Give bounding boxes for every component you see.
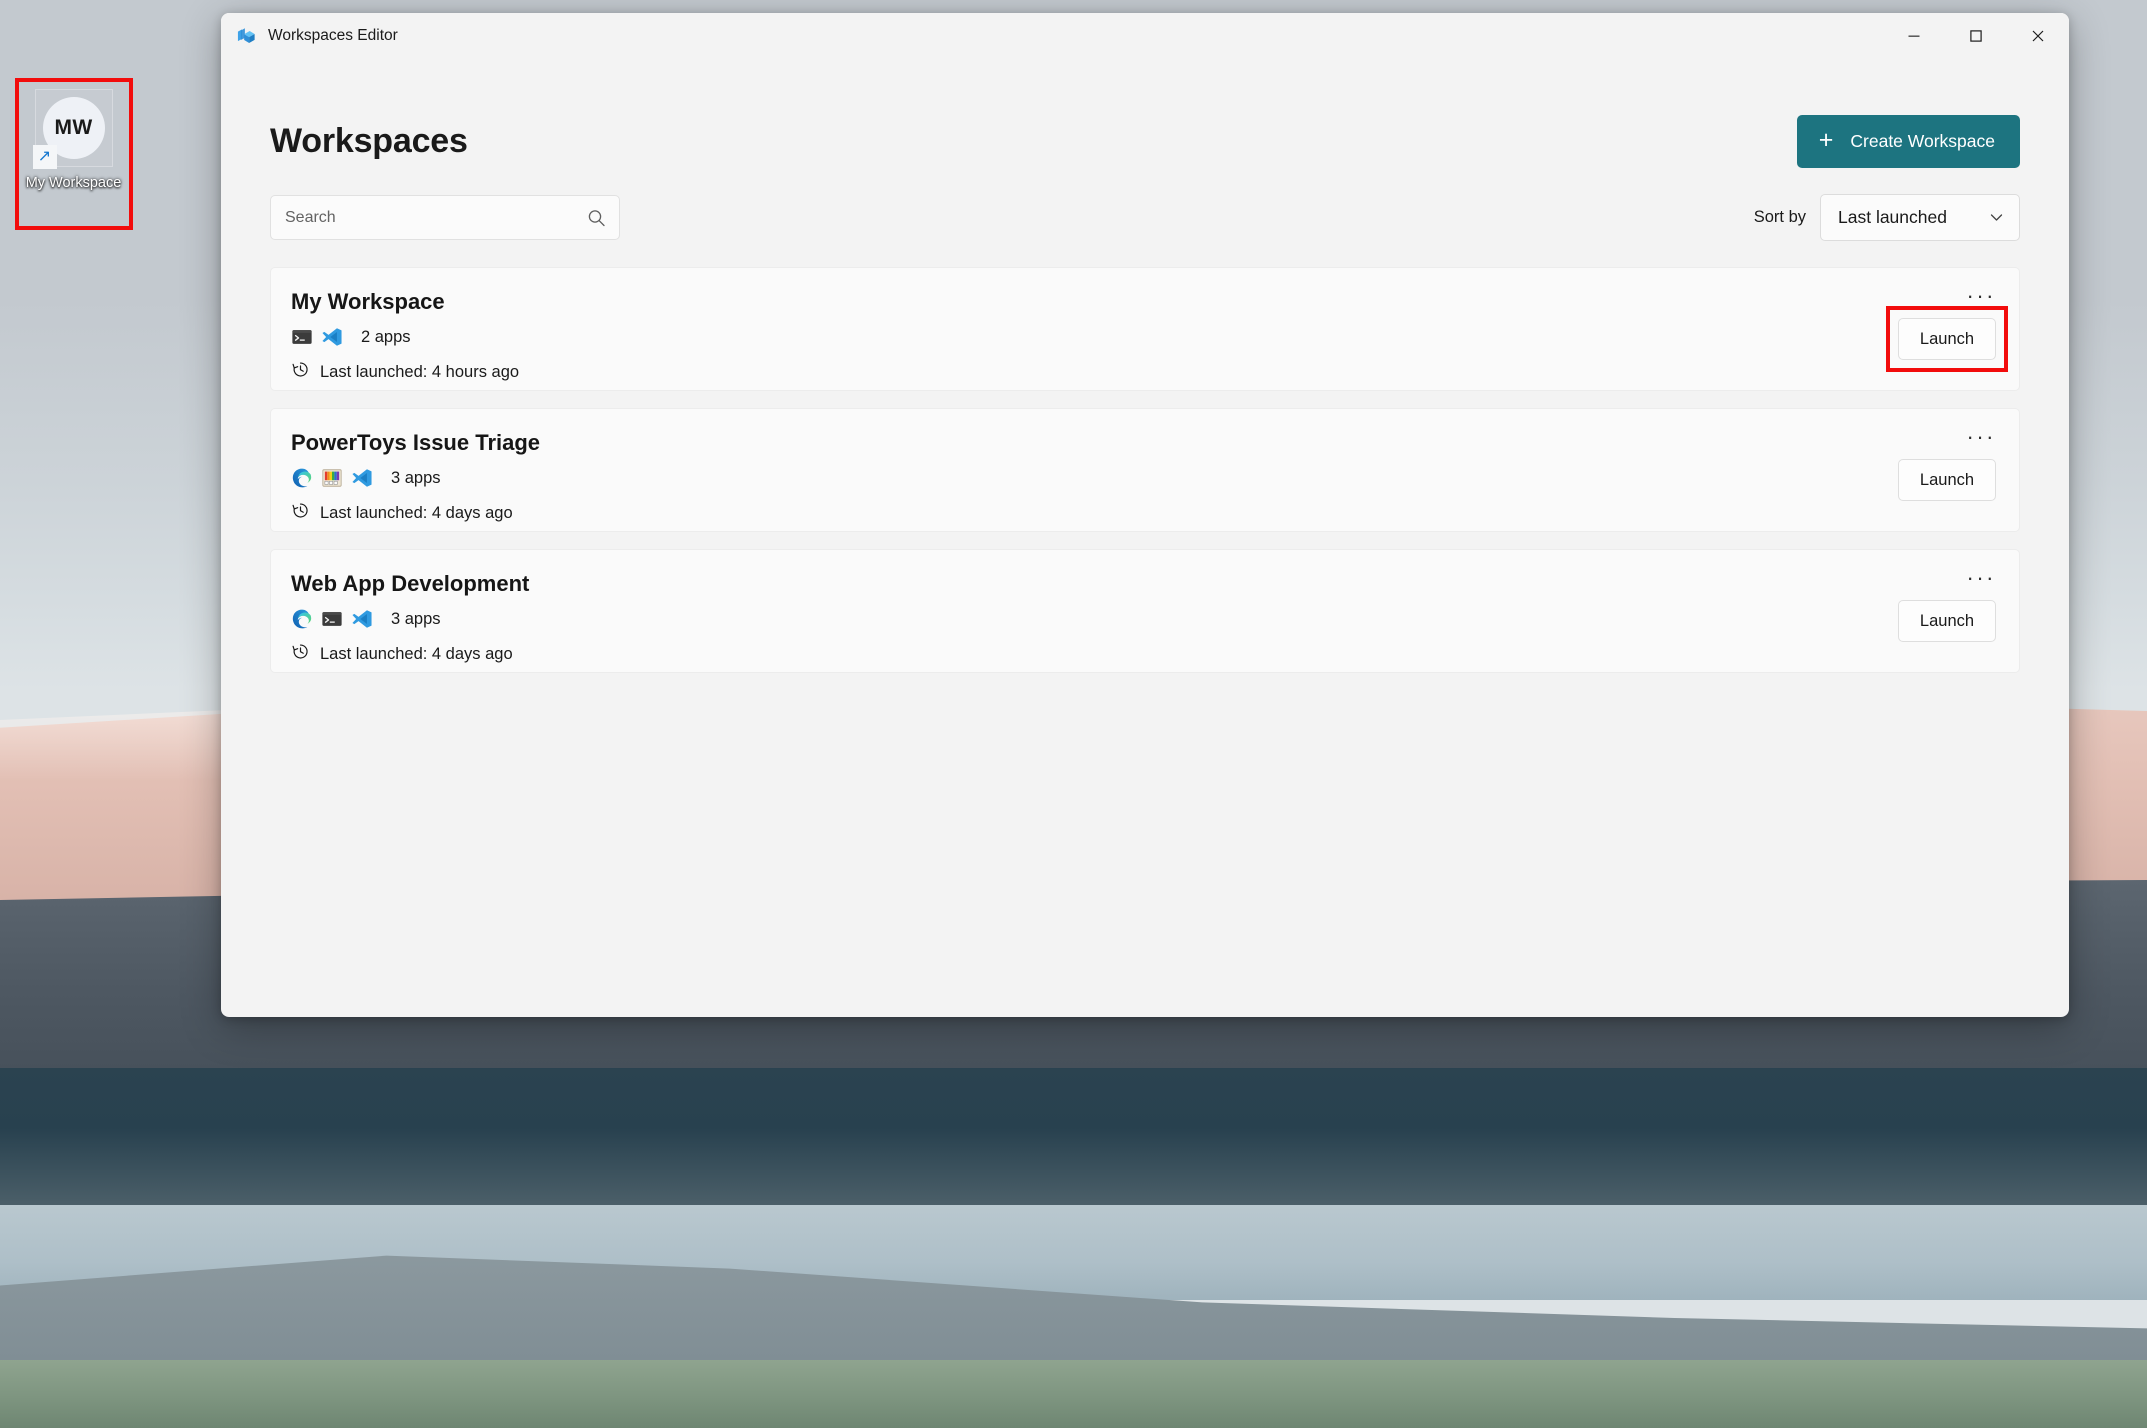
terminal-icon (291, 326, 313, 348)
workspace-menu-button[interactable]: ··· (1967, 426, 1996, 448)
clock-history-icon (291, 360, 310, 384)
vscode-icon (321, 326, 343, 348)
launch-button[interactable]: Launch (1898, 318, 1996, 360)
workspace-card[interactable]: PowerToys Issue Triage 3 apps Last launc… (270, 408, 2020, 532)
desktop-shortcut-my-workspace[interactable]: MW ↗ My Workspace (16, 83, 131, 223)
shortcut-label: My Workspace (25, 175, 122, 191)
sort-by-label: Sort by (1753, 208, 1806, 226)
workspace-menu-button[interactable]: ··· (1967, 567, 1996, 589)
workspace-last-launched-row: Last launched: 4 hours ago (291, 360, 1993, 384)
workspaces-editor-window: Workspaces Editor Workspaces + Create Wo… (221, 13, 2069, 1017)
chevron-down-icon (1988, 209, 2005, 226)
workspace-last-launched: Last launched: 4 days ago (320, 503, 513, 522)
plus-icon: + (1818, 126, 1834, 154)
terminal-icon (321, 608, 343, 630)
sort-by-dropdown[interactable]: Last launched (1820, 194, 2020, 241)
color-picker-icon (321, 467, 343, 489)
search-input[interactable] (271, 196, 619, 239)
workspace-apps-count: 3 apps (391, 609, 441, 628)
workspace-card[interactable]: My Workspace 2 apps Last launched: 4 hou… (270, 267, 2020, 391)
close-button[interactable] (2007, 13, 2069, 59)
workspace-last-launched: Last launched: 4 days ago (320, 644, 513, 663)
workspace-last-launched-row: Last launched: 4 days ago (291, 642, 1993, 666)
workspace-name: PowerToys Issue Triage (291, 430, 541, 455)
header-row: Workspaces + Create Workspace (270, 59, 2020, 168)
window-title: Workspaces Editor (268, 27, 398, 44)
clock-history-icon (291, 642, 310, 666)
workspace-apps-row: 3 apps (291, 608, 1993, 630)
workspace-apps-count: 2 apps (361, 327, 411, 346)
vscode-icon (351, 467, 373, 489)
launch-button[interactable]: Launch (1898, 600, 1996, 642)
workspace-last-launched-row: Last launched: 4 days ago (291, 501, 1993, 525)
wallpaper-grass (0, 1360, 2147, 1428)
window-titlebar: Workspaces Editor (221, 13, 2069, 59)
shortcut-tile[interactable]: MW ↗ (32, 89, 113, 169)
sort-by-value: Last launched (1838, 207, 1947, 227)
workspace-menu-button[interactable]: ··· (1967, 285, 1996, 307)
window-content: Workspaces + Create Workspace Sort by (221, 59, 2069, 1017)
workspace-apps-count: 3 apps (391, 468, 441, 487)
workspaces-cubes-icon (235, 25, 257, 47)
sort-control: Sort by Last launched (1754, 194, 2020, 241)
page-title: Workspaces (270, 122, 468, 160)
clock-history-icon (291, 501, 310, 525)
workspace-card[interactable]: Web App Development 3 apps Last launched… (270, 549, 2020, 673)
minimize-button[interactable] (1883, 13, 1945, 59)
workspace-list: My Workspace 2 apps Last launched: 4 hou… (270, 267, 2020, 673)
workspace-name: Web App Development (291, 571, 530, 596)
workspace-apps-row: 3 apps (291, 467, 1993, 489)
search-icon[interactable] (587, 208, 606, 227)
launch-button[interactable]: Launch (1898, 459, 1996, 501)
vscode-icon (351, 608, 373, 630)
maximize-button[interactable] (1945, 13, 2007, 59)
edge-icon (291, 467, 313, 489)
toolbar-row: Sort by Last launched (270, 194, 2020, 241)
app-icon-list (291, 326, 343, 348)
app-icon-list (291, 608, 373, 630)
create-workspace-button[interactable]: + Create Workspace (1796, 115, 2020, 168)
workspace-apps-row: 2 apps (291, 326, 1993, 348)
workspace-last-launched: Last launched: 4 hours ago (320, 362, 520, 381)
app-icon-list (291, 467, 373, 489)
create-workspace-label: Create Workspace (1850, 131, 1995, 151)
shortcut-arrow-icon: ↗ (32, 145, 57, 169)
edge-icon (291, 608, 313, 630)
search-field[interactable] (270, 195, 620, 240)
wallpaper-water-dark (0, 1068, 2147, 1218)
workspace-name: My Workspace (291, 289, 445, 314)
